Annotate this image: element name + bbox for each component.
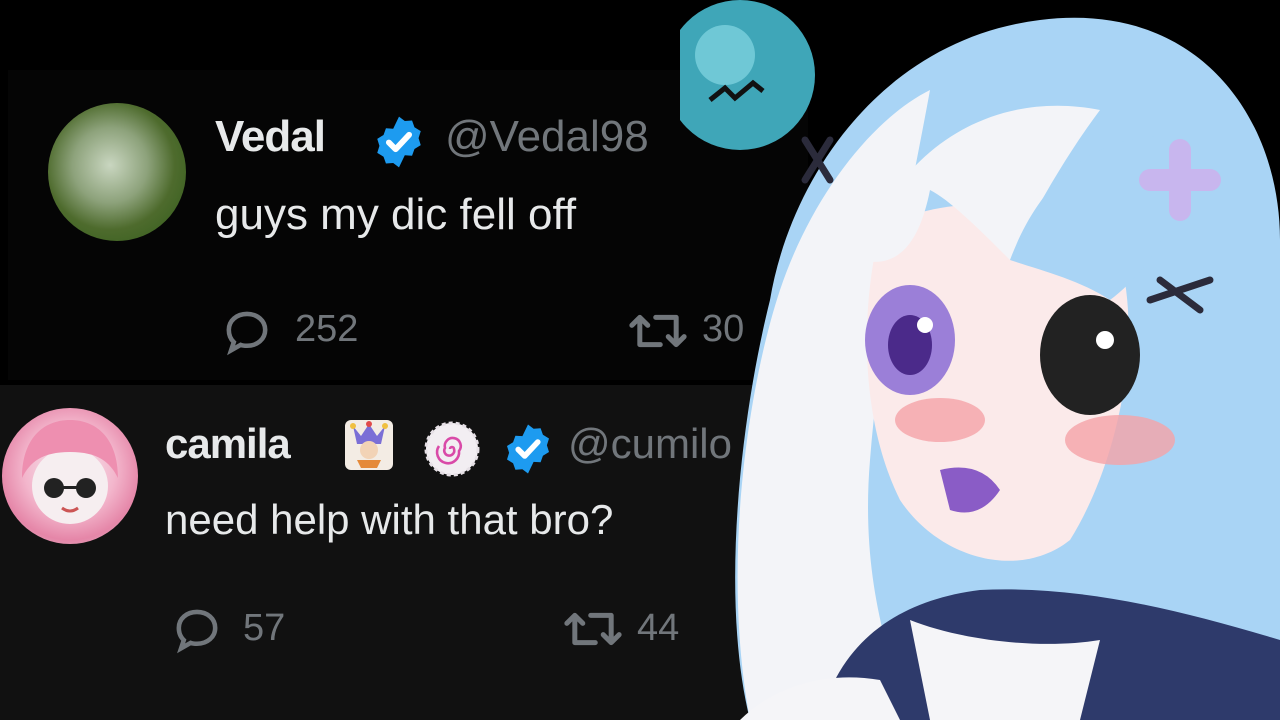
- verified-badge-icon: [377, 116, 421, 168]
- spiral-badge-icon: [424, 421, 480, 477]
- avatar-face-icon: [22, 420, 118, 524]
- orb-ornament-icon: [680, 0, 815, 150]
- anime-girl-avatar[interactable]: [2, 408, 138, 544]
- reply-count: 57: [243, 607, 286, 649]
- reply-count: 252: [295, 308, 359, 350]
- display-name-vedal[interactable]: Vedal: [215, 112, 326, 162]
- reply-icon[interactable]: [218, 306, 276, 356]
- right-eye: [1040, 295, 1140, 415]
- reply-icon[interactable]: [168, 604, 226, 654]
- verified-badge-icon: [507, 424, 549, 474]
- display-name-camila[interactable]: camila: [165, 420, 291, 468]
- retweet-count: 44: [637, 607, 680, 649]
- anime-character-illustration: [680, 0, 1280, 720]
- retweet-icon[interactable]: [560, 604, 626, 654]
- lizard-avatar[interactable]: [48, 103, 186, 241]
- tweet-text: guys my dic fell off: [215, 190, 577, 239]
- tweet-text: need help with that bro?: [165, 496, 614, 543]
- handle-vedal[interactable]: @Vedal98: [445, 112, 649, 162]
- jester-emoji-icon: [345, 420, 393, 470]
